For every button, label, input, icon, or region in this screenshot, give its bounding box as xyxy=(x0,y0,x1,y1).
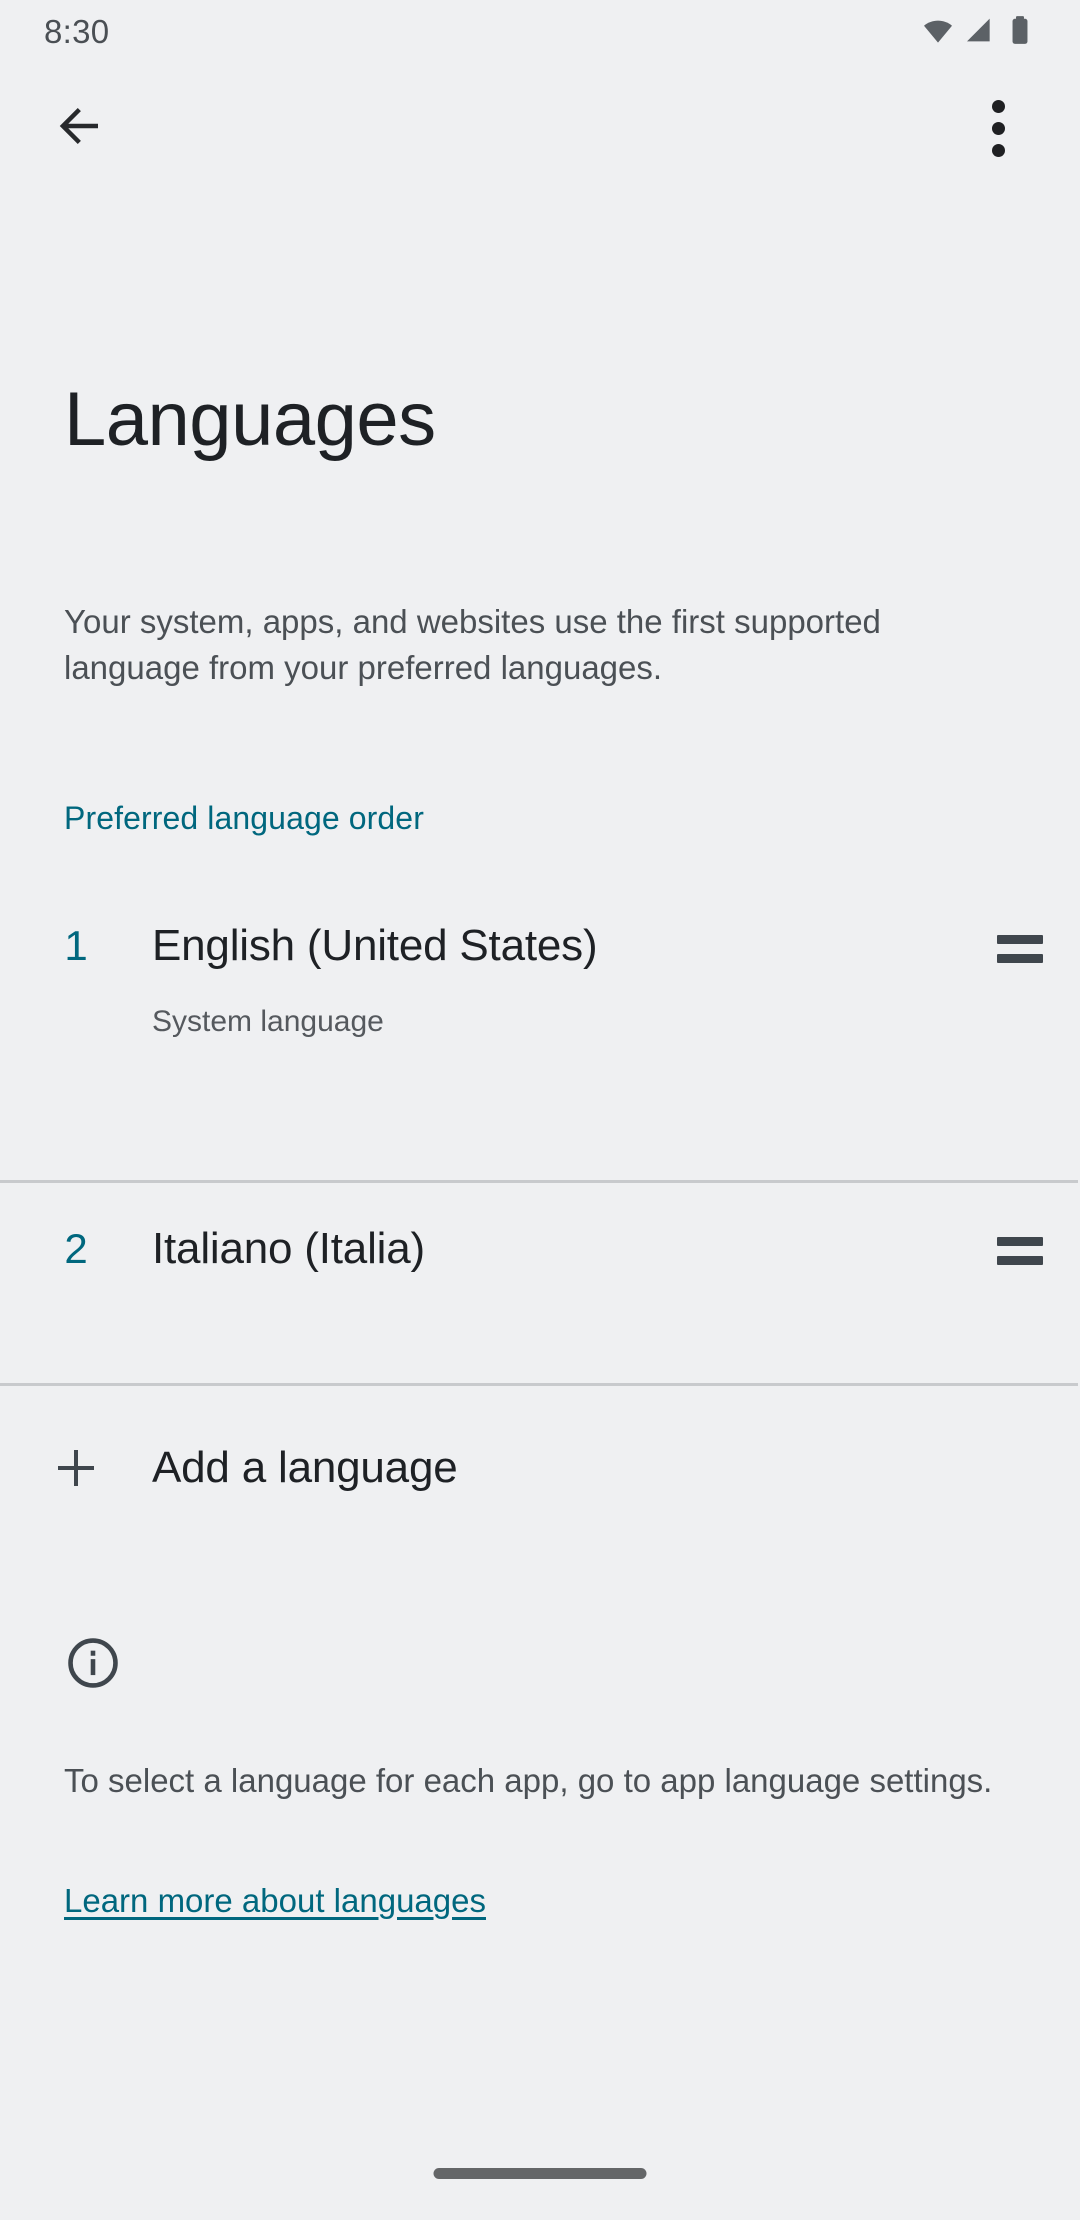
language-name: Italiano (Italia) xyxy=(152,1221,960,1277)
language-name: English (United States) xyxy=(152,918,960,974)
status-icons xyxy=(922,14,1036,51)
cell-signal-icon xyxy=(963,14,995,51)
table-row[interactable]: 2 Italiano (Italia) xyxy=(0,1183,1080,1383)
status-bar: 8:30 xyxy=(0,0,1080,64)
page-title: Languages xyxy=(64,382,436,458)
drag-handle-icon[interactable] xyxy=(960,1183,1080,1283)
section-header-preferred-order: Preferred language order xyxy=(64,800,424,837)
back-arrow-icon xyxy=(53,99,107,158)
gesture-nav-pill[interactable] xyxy=(434,2168,647,2179)
list-divider xyxy=(0,1383,1078,1386)
add-language-button[interactable]: Add a language xyxy=(0,1400,1080,1536)
battery-icon xyxy=(1004,14,1036,51)
languages-settings-screen: 8:30 xyxy=(0,0,1080,2220)
status-time: 8:30 xyxy=(44,13,109,51)
language-body: Italiano (Italia) xyxy=(152,1183,960,1277)
learn-more-link[interactable]: Learn more about languages xyxy=(64,1878,486,1924)
info-circle-icon xyxy=(64,1634,122,1697)
table-row[interactable]: 1 English (United States) System languag… xyxy=(0,880,1080,1180)
back-button[interactable] xyxy=(36,84,124,172)
app-bar xyxy=(0,72,1080,184)
wifi-icon xyxy=(922,14,954,51)
page-description: Your system, apps, and websites use the … xyxy=(64,599,1022,691)
language-index: 1 xyxy=(0,880,152,967)
preferred-language-list: 1 English (United States) System languag… xyxy=(0,880,1080,1386)
add-language-label: Add a language xyxy=(152,1443,457,1493)
language-body: English (United States) System language xyxy=(152,880,960,1042)
language-subtitle: System language xyxy=(152,1002,960,1042)
drag-handle-icon[interactable] xyxy=(960,880,1080,980)
plus-icon xyxy=(0,1444,152,1492)
more-vertical-icon xyxy=(992,100,1005,157)
footer-description: To select a language for each app, go to… xyxy=(64,1758,1024,1804)
language-index: 2 xyxy=(0,1183,152,1270)
overflow-menu-button[interactable] xyxy=(954,84,1042,172)
